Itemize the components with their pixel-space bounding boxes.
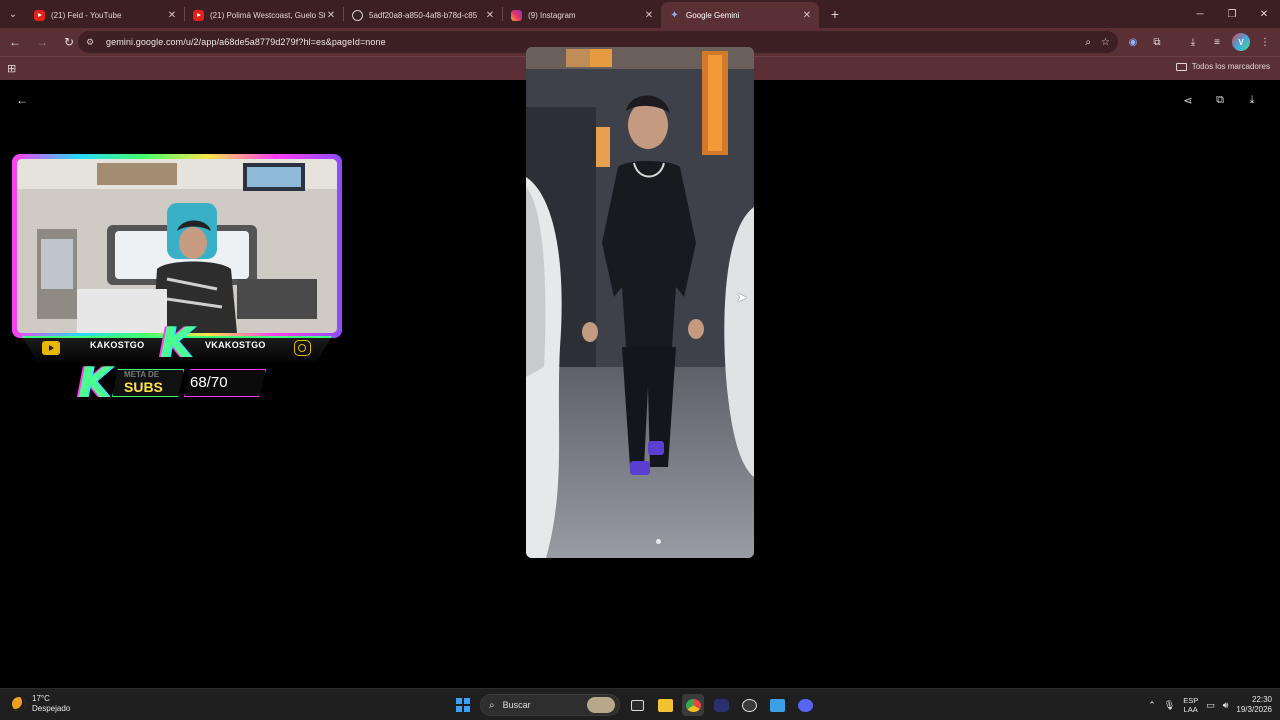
obs-app-icon[interactable] bbox=[710, 694, 732, 716]
instagram-handle: VKAKOSTGO bbox=[205, 340, 266, 350]
system-tray: ⌃ 🎙︎ ESP LAA ▭ 🔊︎ 22:30 19/3/2026 bbox=[1148, 693, 1272, 717]
zoom-icon[interactable]: ⌕ bbox=[1085, 37, 1091, 48]
extension-icons: ◉ ⧉ bbox=[1124, 28, 1166, 56]
tab-uuid-page[interactable]: 5adf20a8-a850-4af8-b78d-c85 ✕ bbox=[344, 2, 502, 28]
task-view-icon[interactable] bbox=[626, 694, 648, 716]
share-icon[interactable]: ⋖ bbox=[1178, 90, 1198, 110]
youtube-icon bbox=[34, 9, 45, 21]
back-button[interactable]: ← bbox=[3, 30, 27, 54]
clock-time: 22:30 bbox=[1251, 695, 1272, 704]
close-icon[interactable]: ✕ bbox=[643, 10, 655, 21]
all-bookmarks-button[interactable]: Todos los marcadores bbox=[1175, 62, 1270, 71]
keyboard-layout: LAA bbox=[1183, 705, 1198, 714]
moon-weather-icon bbox=[12, 697, 26, 711]
webcam-frame bbox=[12, 154, 342, 338]
youtube-icon bbox=[42, 341, 60, 355]
clock[interactable]: 22:30 19/3/2026 bbox=[1236, 695, 1272, 715]
taskbar-search[interactable]: ⌕ Buscar bbox=[480, 694, 620, 716]
generated-image[interactable] bbox=[526, 47, 754, 558]
tab-title: (21) Polimá Westcoast, Guelo Star bbox=[210, 10, 325, 20]
media-controls-icon[interactable]: ≡ bbox=[1208, 33, 1226, 51]
tab-title: (9) Instagram bbox=[528, 10, 576, 20]
facebook-app-icon[interactable] bbox=[766, 694, 788, 716]
mouse-cursor-icon: ➤ bbox=[736, 289, 748, 305]
window-controls: ─ ❐ ✕ bbox=[1184, 0, 1280, 28]
weather-description: Despejado bbox=[32, 704, 71, 713]
webcam-feed bbox=[17, 159, 337, 333]
webcam-scene bbox=[17, 159, 337, 333]
youtube-icon bbox=[193, 9, 204, 21]
extensions-puzzle-icon[interactable]: ⧉ bbox=[1148, 33, 1166, 51]
tab-strip: ⌄ (21) Feid - YouTube ✕ (21) Polimá West… bbox=[0, 0, 1280, 28]
search-highlight-image bbox=[587, 697, 615, 713]
k-logo: K bbox=[160, 318, 193, 367]
restore-icon[interactable]: ❐ bbox=[1216, 0, 1248, 28]
omnibox-actions: ⌕ ☆ bbox=[1085, 31, 1110, 53]
back-arrow-icon[interactable]: ← bbox=[12, 90, 32, 110]
language-indicator[interactable]: ESP LAA bbox=[1183, 696, 1198, 714]
tab-search-button[interactable]: ⌄ bbox=[0, 0, 26, 28]
network-icon[interactable]: ▭ bbox=[1206, 700, 1215, 711]
tab-polima-youtube[interactable]: (21) Polimá Westcoast, Guelo Star ✕ bbox=[185, 2, 343, 28]
instagram-icon bbox=[511, 9, 522, 21]
search-icon: ⌕ bbox=[489, 699, 495, 711]
taskbar-apps: ⌕ Buscar bbox=[452, 693, 816, 717]
tab-title: Google Gemini bbox=[686, 10, 740, 20]
show-hidden-icons-chevron-icon[interactable]: ⌃ bbox=[1148, 700, 1156, 711]
youtube-handle: KAKOSTGO bbox=[90, 340, 145, 350]
tab-title: (21) Feid - YouTube bbox=[51, 10, 122, 20]
viewer-actions: ⋖ ⧉ ⤓ bbox=[1178, 90, 1262, 110]
new-tab-button[interactable]: + bbox=[823, 2, 847, 26]
language-code: ESP bbox=[1183, 696, 1199, 705]
url-text: gemini.google.com/u/2/app/a68de5a8779d27… bbox=[106, 37, 386, 47]
discord-icon[interactable] bbox=[794, 694, 816, 716]
tab-instagram[interactable]: (9) Instagram ✕ bbox=[503, 2, 661, 28]
search-placeholder: Buscar bbox=[502, 700, 531, 710]
downloads-icon[interactable]: ⤓ bbox=[1184, 33, 1202, 51]
k-logo: K bbox=[78, 358, 111, 407]
chrome-icon[interactable] bbox=[682, 694, 704, 716]
volume-icon[interactable]: 🔊︎ bbox=[1223, 700, 1229, 711]
subs-goal-label: SUBS bbox=[124, 379, 163, 395]
tab-google-gemini[interactable]: ✦ Google Gemini ✕ bbox=[661, 2, 819, 28]
photo-illustration bbox=[526, 47, 754, 558]
pagination-dot[interactable] bbox=[656, 539, 661, 544]
copy-icon[interactable]: ⧉ bbox=[1210, 90, 1230, 110]
minimize-icon[interactable]: ─ bbox=[1184, 0, 1216, 28]
close-icon[interactable]: ✕ bbox=[166, 10, 178, 21]
windows-start-icon[interactable] bbox=[452, 694, 474, 716]
weather-widget[interactable]: 17°C Despejado bbox=[12, 694, 70, 714]
close-icon[interactable]: ✕ bbox=[325, 10, 337, 21]
microphone-icon[interactable]: 🎙︎ bbox=[1164, 700, 1175, 711]
site-info-icon[interactable]: ⚙ bbox=[86, 37, 98, 48]
close-icon[interactable]: ✕ bbox=[801, 10, 813, 21]
folder-icon bbox=[1175, 62, 1187, 71]
bookmark-star-icon[interactable]: ☆ bbox=[1101, 37, 1110, 48]
subs-goal-meta-label: META DE bbox=[124, 370, 160, 379]
toolbar-right: ⤓ ≡ V ⋮ bbox=[1184, 28, 1274, 56]
forward-button[interactable]: → bbox=[30, 30, 54, 54]
close-window-icon[interactable]: ✕ bbox=[1248, 0, 1280, 28]
gemini-extension-icon[interactable]: ◉ bbox=[1124, 33, 1142, 51]
clock-date: 19/3/2026 bbox=[1236, 705, 1272, 714]
steam-icon[interactable] bbox=[738, 694, 760, 716]
instagram-icon bbox=[294, 340, 311, 356]
weather-text: 17°C Despejado bbox=[32, 694, 70, 714]
menu-kebab-icon[interactable]: ⋮ bbox=[1256, 33, 1274, 51]
tab-title: 5adf20a8-a850-4af8-b78d-c85 bbox=[369, 10, 478, 20]
file-explorer-icon[interactable] bbox=[654, 694, 676, 716]
tab-feid-youtube[interactable]: (21) Feid - YouTube ✕ bbox=[26, 2, 184, 28]
close-icon[interactable]: ✕ bbox=[484, 10, 496, 21]
apps-grid-icon[interactable]: ⊞ bbox=[7, 62, 16, 75]
gemini-icon: ✦ bbox=[670, 9, 679, 21]
download-icon[interactable]: ⤓ bbox=[1242, 90, 1262, 110]
subs-count: 68/70 bbox=[190, 374, 228, 391]
profile-avatar-icon[interactable]: V bbox=[1232, 33, 1250, 51]
weather-temperature: 17°C bbox=[32, 694, 50, 703]
globe-icon bbox=[352, 9, 363, 21]
taskbar: 17°C Despejado ⌕ Buscar ⌃ 🎙︎ ESP LAA ▭ 🔊… bbox=[0, 688, 1280, 720]
all-bookmarks-label: Todos los marcadores bbox=[1191, 62, 1270, 71]
